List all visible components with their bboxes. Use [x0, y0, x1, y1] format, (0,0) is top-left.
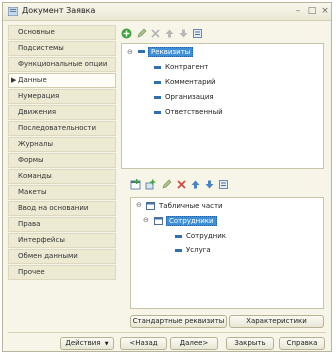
document-icon: [8, 7, 18, 16]
tree-root-attributes[interactable]: Реквизиты: [148, 47, 194, 57]
attribute-icon: [154, 66, 161, 69]
nav-item-sequences[interactable]: Последовательности: [8, 121, 116, 136]
attribute-icon: [175, 249, 182, 252]
nav-item-other[interactable]: Прочее: [8, 265, 116, 280]
attribute-icon: [175, 235, 182, 238]
actions-label: Действия: [65, 339, 101, 347]
nav-item-label: Команды: [18, 172, 52, 180]
sidebar-nav: Основные Подсистемы Функциональные опции…: [8, 25, 116, 281]
help-button[interactable]: Справка: [279, 337, 325, 350]
tree-item-attribute[interactable]: Организация: [165, 93, 214, 101]
attributes-group-icon: [138, 50, 145, 53]
tree-item-column[interactable]: Сотрудник: [186, 232, 226, 240]
tree-item-attribute[interactable]: Контрагент: [165, 63, 208, 71]
nav-item-functional-options[interactable]: Функциональные опции: [8, 57, 116, 72]
nav-item-label: Функциональные опции: [18, 60, 108, 68]
tree-item-column[interactable]: Услуга: [186, 246, 211, 254]
nav-item-based-on[interactable]: Ввод на основании: [8, 201, 116, 216]
add-table-icon[interactable]: [130, 179, 141, 190]
nav-item-label: Журналы: [18, 140, 53, 148]
tree-item-attribute[interactable]: Ответственный: [165, 108, 223, 116]
move-up-icon[interactable]: [190, 179, 201, 190]
add-icon[interactable]: [121, 28, 132, 39]
nav-item-label: Прочее: [18, 268, 45, 276]
sort-icon[interactable]: [192, 28, 203, 39]
tabular-tree-panel[interactable]: ⊖ Табличные части ⊖ Сотрудники Сотрудник…: [130, 197, 324, 309]
sort-icon[interactable]: [218, 179, 229, 190]
nav-item-label: Основные: [18, 28, 55, 36]
attribute-icon: [154, 96, 161, 99]
window-title: Документ Заявка: [22, 6, 96, 15]
metadata-editor-window: Документ Заявка – □ × Основные Подсистем…: [2, 2, 332, 352]
attributes-toolbar: [121, 28, 321, 42]
chevron-down-icon: ▼: [104, 341, 109, 347]
actions-menu-button[interactable]: Действия ▼: [60, 337, 114, 350]
nav-item-label: Ввод на основании: [18, 204, 89, 212]
nav-item-label: Данные: [18, 76, 47, 84]
nav-item-commands[interactable]: Команды: [8, 169, 116, 184]
nav-item-label: Права: [18, 220, 41, 228]
selected-arrow-icon: ▶: [11, 76, 17, 84]
nav-item-label: Последовательности: [18, 124, 97, 132]
tree-item-section[interactable]: Сотрудники: [166, 216, 217, 226]
close-icon[interactable]: ×: [320, 6, 330, 16]
nav-item-main[interactable]: Основные: [8, 25, 116, 40]
nav-item-label: Интерфейсы: [18, 236, 65, 244]
nav-item-data-exchange[interactable]: Обмен данными: [8, 249, 116, 264]
move-down-icon[interactable]: [204, 179, 215, 190]
nav-item-label: Нумерация: [18, 92, 60, 100]
nav-item-numbering[interactable]: Нумерация: [8, 89, 116, 104]
collapse-toggle-icon[interactable]: ⊖: [127, 48, 133, 56]
nav-item-journals[interactable]: Журналы: [8, 137, 116, 152]
move-down-icon[interactable]: [178, 28, 189, 39]
nav-item-label: Формы: [18, 156, 44, 164]
edit-pencil-icon[interactable]: [161, 179, 172, 190]
nav-item-label: Подсистемы: [18, 44, 64, 52]
delete-icon[interactable]: [150, 28, 161, 39]
nav-item-label: Макеты: [18, 188, 47, 196]
nav-item-templates[interactable]: Макеты: [8, 185, 116, 200]
tabular-toolbar: [130, 179, 330, 193]
close-button[interactable]: Закрыть: [226, 337, 274, 350]
nav-item-forms[interactable]: Формы: [8, 153, 116, 168]
maximize-icon[interactable]: □: [307, 6, 317, 16]
edit-pencil-icon[interactable]: [136, 28, 147, 39]
characteristics-button[interactable]: Характеристики: [229, 315, 324, 328]
nav-item-movements[interactable]: Движения: [8, 105, 116, 120]
add-column-icon[interactable]: [145, 179, 156, 190]
minimize-icon[interactable]: –: [293, 6, 303, 16]
collapse-toggle-icon[interactable]: ⊖: [136, 201, 142, 209]
nav-item-subsystems[interactable]: Подсистемы: [8, 41, 116, 56]
move-up-icon[interactable]: [164, 28, 175, 39]
nav-item-interfaces[interactable]: Интерфейсы: [8, 233, 116, 248]
collapse-toggle-icon[interactable]: ⊖: [143, 216, 149, 224]
next-button[interactable]: Далее>: [170, 337, 218, 350]
tabular-sections-icon: [146, 202, 155, 210]
footer-divider: [8, 332, 326, 333]
nav-item-data[interactable]: ▶ Данные: [8, 73, 116, 88]
attributes-tree-panel[interactable]: ⊖ Реквизиты Контрагент Комментарий Орган…: [121, 43, 324, 169]
attribute-icon: [154, 111, 161, 114]
nav-item-label: Движения: [18, 108, 57, 116]
tree-item-attribute[interactable]: Комментарий: [165, 78, 216, 86]
nav-item-label: Обмен данными: [18, 252, 78, 260]
table-icon: [154, 217, 163, 225]
title-bar: Документ Заявка – □ ×: [3, 3, 331, 21]
tree-root-tabular[interactable]: Табличные части: [159, 202, 223, 210]
nav-item-rights[interactable]: Права: [8, 217, 116, 232]
standard-attributes-button[interactable]: Стандартные реквизиты: [130, 315, 227, 328]
delete-icon[interactable]: [176, 179, 187, 190]
back-button[interactable]: <Назад: [120, 337, 167, 350]
attribute-icon: [154, 81, 161, 84]
